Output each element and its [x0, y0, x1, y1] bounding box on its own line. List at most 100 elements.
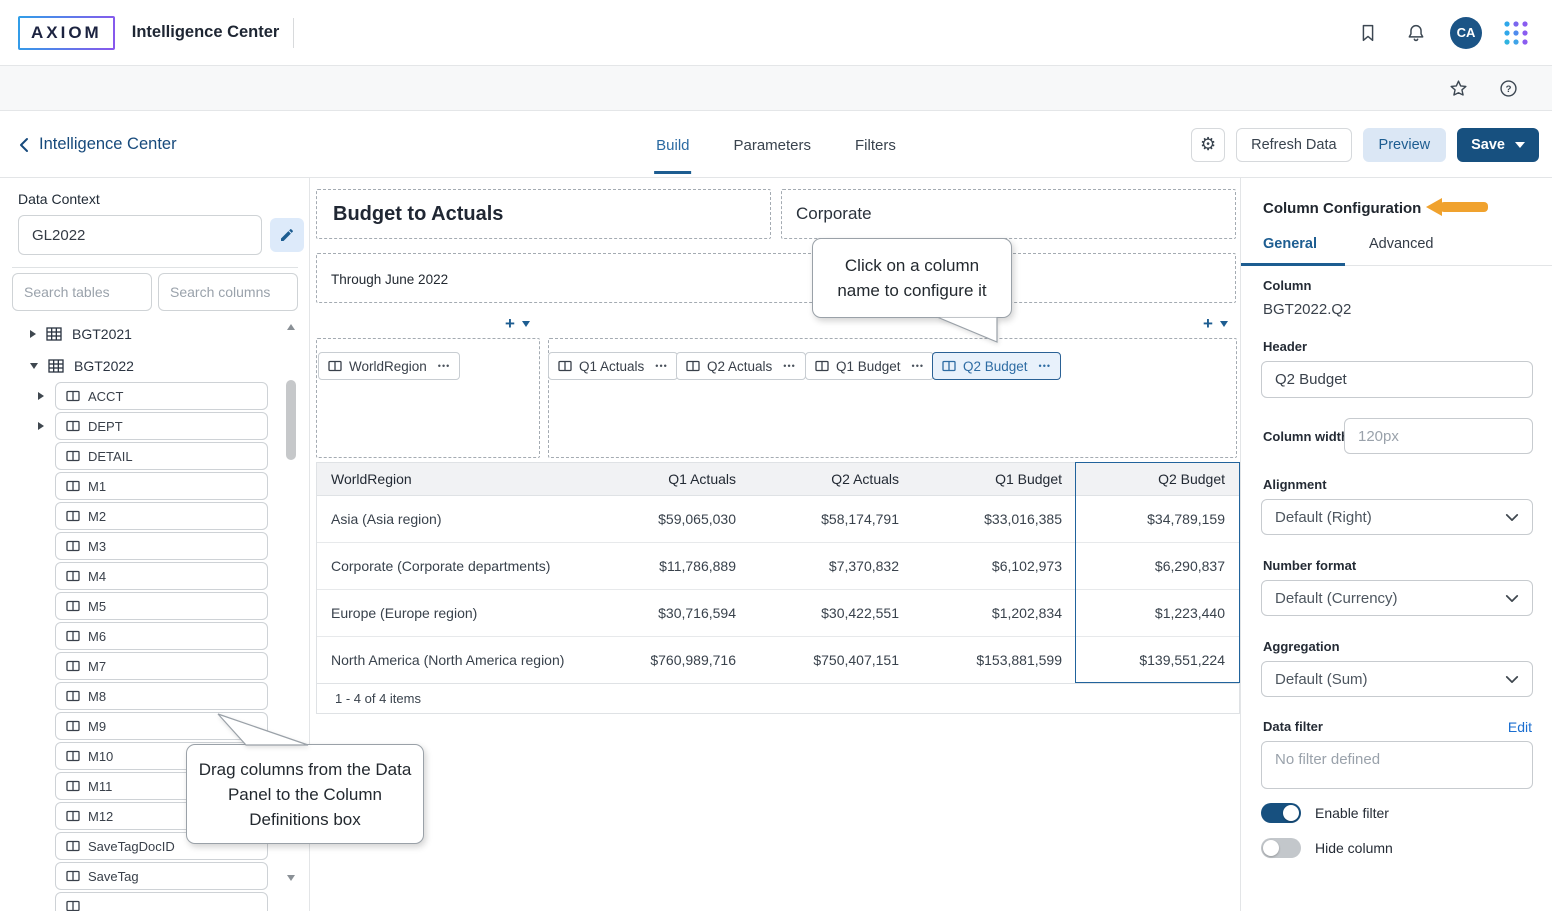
column-chip-m8[interactable]: M8 [55, 682, 268, 710]
refresh-data-button[interactable]: Refresh Data [1236, 128, 1351, 162]
search-tables-input[interactable] [12, 273, 152, 311]
column-icon [942, 359, 956, 373]
expand-arrow-icon[interactable] [38, 392, 44, 400]
column-chip-label: M8 [88, 689, 106, 704]
scroll-down-icon[interactable] [283, 871, 299, 885]
column-chip-q2-actuals[interactable]: Q2 Actuals [676, 352, 806, 380]
column-chip-label: M6 [88, 629, 106, 644]
chip-menu-icon[interactable] [655, 361, 667, 371]
column-icon [66, 749, 80, 763]
column-chip-q2-budget-selected[interactable]: Q2 Budget [932, 352, 1061, 380]
column-chip-q1-actuals[interactable]: Q1 Actuals [548, 352, 678, 380]
chip-menu-icon[interactable] [783, 361, 795, 371]
alignment-select[interactable]: Default (Right) [1261, 499, 1533, 535]
cell-value: $58,174,791 [750, 495, 913, 542]
column-chip-label: SaveTag [88, 869, 139, 884]
save-button[interactable]: Save [1457, 128, 1539, 162]
topbar-actions: CA [1354, 17, 1552, 49]
save-dropdown-caret-icon[interactable] [1515, 142, 1525, 148]
number-format-select[interactable]: Default (Currency) [1261, 580, 1533, 616]
chip-menu-icon[interactable] [438, 361, 450, 371]
enable-filter-toggle[interactable] [1261, 803, 1301, 823]
data-filter-textarea[interactable] [1261, 741, 1533, 789]
favorite-star-icon[interactable] [1444, 74, 1472, 102]
column-icon [66, 539, 80, 553]
cell-value: $6,102,973 [913, 542, 1076, 589]
user-avatar[interactable]: CA [1450, 17, 1482, 49]
column-chip-dept[interactable]: DEPT [55, 412, 268, 440]
column-width-input[interactable] [1344, 418, 1533, 454]
table-header-worldregion[interactable]: WorldRegion [317, 463, 587, 495]
column-chip-savetag[interactable]: SaveTag [55, 862, 268, 890]
aggregation-label: Aggregation [1263, 639, 1340, 654]
notifications-bell-icon[interactable] [1402, 19, 1430, 47]
app-switcher-icon[interactable] [1502, 19, 1530, 47]
chip-menu-icon[interactable] [912, 361, 924, 371]
column-icon [66, 629, 80, 643]
column-chip-q1-budget[interactable]: Q1 Budget [805, 352, 934, 380]
chip-menu-icon[interactable] [1039, 361, 1051, 371]
data-context-input[interactable] [18, 215, 262, 255]
back-link[interactable]: Intelligence Center [18, 111, 177, 178]
column-width-label: Column width [1263, 429, 1349, 444]
search-columns-input[interactable] [158, 273, 298, 311]
action-buttons: ⚙ Refresh Data Preview Save [1191, 111, 1539, 178]
top-bar: AXIOM Intelligence Center CA [0, 0, 1552, 66]
column-chip-label: M9 [88, 719, 106, 734]
report-title-box[interactable]: Budget to Actuals [316, 189, 771, 239]
scroll-up-icon[interactable] [283, 320, 299, 334]
tab-general[interactable]: General [1241, 226, 1345, 266]
column-chip-m7[interactable]: M7 [55, 652, 268, 680]
edit-filter-link[interactable]: Edit [1508, 719, 1532, 735]
column-chip-label: M1 [88, 479, 106, 494]
report-period: Through June 2022 [317, 254, 1235, 305]
column-chip-m1[interactable]: M1 [55, 472, 268, 500]
add-column-control[interactable]: + [1203, 315, 1228, 332]
table-pagination-status: 1 - 4 of 4 items [317, 683, 1239, 713]
header-input[interactable] [1261, 361, 1533, 398]
hide-column-toggle[interactable] [1261, 838, 1301, 858]
column-chip-partial[interactable] [55, 892, 268, 911]
expand-arrow-icon[interactable] [38, 422, 44, 430]
collapse-arrow-icon[interactable] [30, 363, 38, 369]
tree-table-bgt2021[interactable]: BGT2021 [0, 318, 280, 350]
table-header-q1-budget[interactable]: Q1 Budget [913, 463, 1076, 495]
column-chip-m6[interactable]: M6 [55, 622, 268, 650]
tree-table-bgt2022[interactable]: BGT2022 [0, 350, 280, 382]
callout-configure-column: Click on a column name to configure it [812, 238, 1012, 318]
expand-arrow-icon[interactable] [30, 330, 36, 338]
table-header-q2-budget[interactable]: Q2 Budget [1076, 463, 1239, 495]
tab-parameters[interactable]: Parameters [731, 115, 813, 174]
cell-value: $34,789,159 [1076, 495, 1239, 542]
help-icon[interactable]: ? [1494, 74, 1522, 102]
table-header-q1-actuals[interactable]: Q1 Actuals [587, 463, 750, 495]
cell-value: $760,989,716 [587, 636, 750, 683]
report-period-box[interactable]: Through June 2022 [316, 253, 1236, 303]
tab-filters[interactable]: Filters [853, 115, 898, 174]
plus-icon[interactable]: + [1203, 315, 1213, 332]
bookmark-icon[interactable] [1354, 19, 1382, 47]
column-chip-m3[interactable]: M3 [55, 532, 268, 560]
tab-advanced[interactable]: Advanced [1369, 226, 1434, 265]
report-subtitle-box[interactable]: Corporate [781, 189, 1236, 239]
column-chip-detail[interactable]: DETAIL [55, 442, 268, 470]
aggregation-select[interactable]: Default (Sum) [1261, 661, 1533, 697]
chevron-down-icon[interactable] [522, 321, 530, 327]
preview-button[interactable]: Preview [1363, 128, 1447, 162]
column-chip-m4[interactable]: M4 [55, 562, 268, 590]
table-header-q2-actuals[interactable]: Q2 Actuals [750, 463, 913, 495]
column-chip-label: M5 [88, 599, 106, 614]
column-chip-acct[interactable]: ACCT [55, 382, 268, 410]
edit-data-context-button[interactable] [270, 218, 304, 252]
add-row-group-control[interactable]: + [505, 315, 530, 332]
scrollbar-thumb[interactable] [286, 380, 296, 460]
topbar-divider [293, 18, 294, 48]
tab-build[interactable]: Build [654, 115, 691, 174]
plus-icon[interactable]: + [505, 315, 515, 332]
column-chip-m5[interactable]: M5 [55, 592, 268, 620]
pencil-icon [279, 227, 295, 243]
settings-button[interactable]: ⚙ [1191, 128, 1225, 162]
column-chip-m2[interactable]: M2 [55, 502, 268, 530]
row-chip-worldregion[interactable]: WorldRegion [318, 352, 460, 380]
chevron-down-icon[interactable] [1220, 321, 1228, 327]
